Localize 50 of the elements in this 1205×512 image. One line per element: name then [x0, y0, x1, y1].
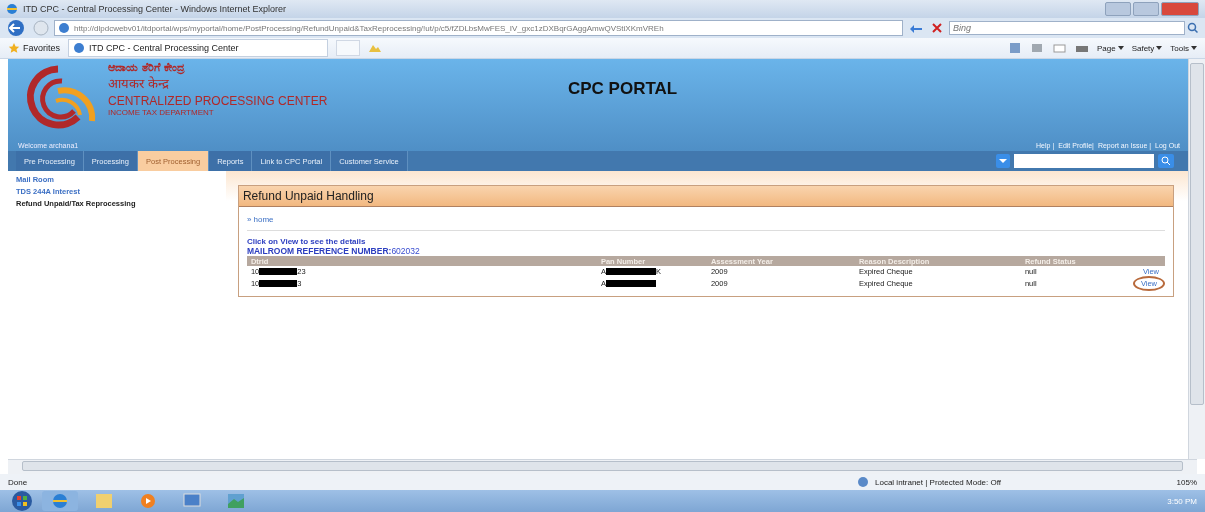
- new-tab-button[interactable]: [336, 40, 360, 56]
- address-field[interactable]: http://dlpdcwebv01/itdportal/wps/myportal/home/PostProcessing/RefundUnpaid&TaxReprocessing/!ut/p/c5/fZDLbsMwFES_IV_gxc1zDXBqrGAggAmwQVStiXKmVREh: [54, 20, 903, 36]
- dropdown-icon[interactable]: [996, 154, 1010, 168]
- search-field[interactable]: Bing: [949, 21, 1185, 35]
- tab-title: ITD CPC - Central Processing Center: [89, 43, 239, 53]
- search-icon[interactable]: [1187, 22, 1199, 34]
- forward-icon[interactable]: [32, 19, 50, 37]
- caret-icon[interactable]: [1117, 46, 1124, 50]
- redaction-bar: [605, 280, 656, 287]
- close-button[interactable]: [1161, 2, 1199, 16]
- minimize-button[interactable]: [1105, 2, 1131, 16]
- horizontal-scrollbar[interactable]: [8, 459, 1197, 474]
- maximize-button[interactable]: [1133, 2, 1159, 16]
- browser-icon[interactable]: [40, 490, 80, 512]
- portal-search-field[interactable]: [1014, 154, 1154, 168]
- browser-icon[interactable]: [6, 3, 18, 15]
- window-title: ITD CPC - Central Processing Center - Windows Internet Explorer: [23, 4, 288, 14]
- url-text: http://dlpdcwebv01/itdportal/wps/myportal/home/PostProcessing/RefundUnpaid&TaxReprocessing/!ut/p/c5/fZDLbsMwFES_IV_gxc1zDXBqrGAggAmwQVStiXKmVREh: [74, 23, 664, 33]
- clock-text: 3:50 PM: [1167, 496, 1197, 506]
- stop-icon[interactable]: [929, 21, 945, 35]
- redaction-bar: [259, 267, 298, 275]
- reference-number: 602032: [391, 246, 420, 256]
- caret-icon[interactable]: [1191, 46, 1197, 50]
- menu-button[interactable]: Page: [1096, 43, 1124, 53]
- network-icon[interactable]: [857, 476, 871, 488]
- department-name: INCOME TAX DEPARTMENT: [108, 108, 215, 117]
- favorites-button[interactable]: Favorites: [8, 42, 60, 54]
- breadcrumb-link[interactable]: » home: [246, 215, 1165, 231]
- zoom-button[interactable]: 105%: [1117, 477, 1197, 487]
- vertical-scrollbar[interactable]: [1188, 59, 1205, 459]
- browser-tab[interactable]: ITD CPC - Central Processing Center: [68, 39, 328, 57]
- zone-text: Local intranet | Protected Mode: Off: [875, 477, 1001, 487]
- star-icon[interactable]: [8, 42, 20, 54]
- kannada-title: ಆದಾಯ ತೆರಿಗೆ ಕೇಂದ್ರ: [108, 61, 186, 74]
- redaction-bar: [605, 267, 656, 275]
- reference-label: MAILROOM REFERENCE NUMBER:: [246, 246, 392, 256]
- page-icon[interactable]: [58, 22, 70, 34]
- hindi-title: आयकर केन्द्र: [108, 75, 171, 92]
- page-icon[interactable]: [73, 42, 85, 54]
- instruction-text: Click on View to see the details: [246, 237, 367, 246]
- redaction-bar: [259, 280, 298, 287]
- organization-name: CENTRALIZED PROCESSING CENTER: [108, 94, 329, 108]
- portal-title: CPC PORTAL: [568, 79, 678, 100]
- status-text: Done: [8, 477, 29, 487]
- favorites-label: Favorites: [23, 43, 60, 53]
- caret-icon[interactable]: [1156, 46, 1163, 50]
- menu-button[interactable]: Safety: [1131, 43, 1163, 53]
- menu-button[interactable]: Tools: [1170, 43, 1197, 53]
- search-icon[interactable]: [1158, 154, 1174, 168]
- panel-title: Refund Unpaid Handling: [238, 186, 1173, 207]
